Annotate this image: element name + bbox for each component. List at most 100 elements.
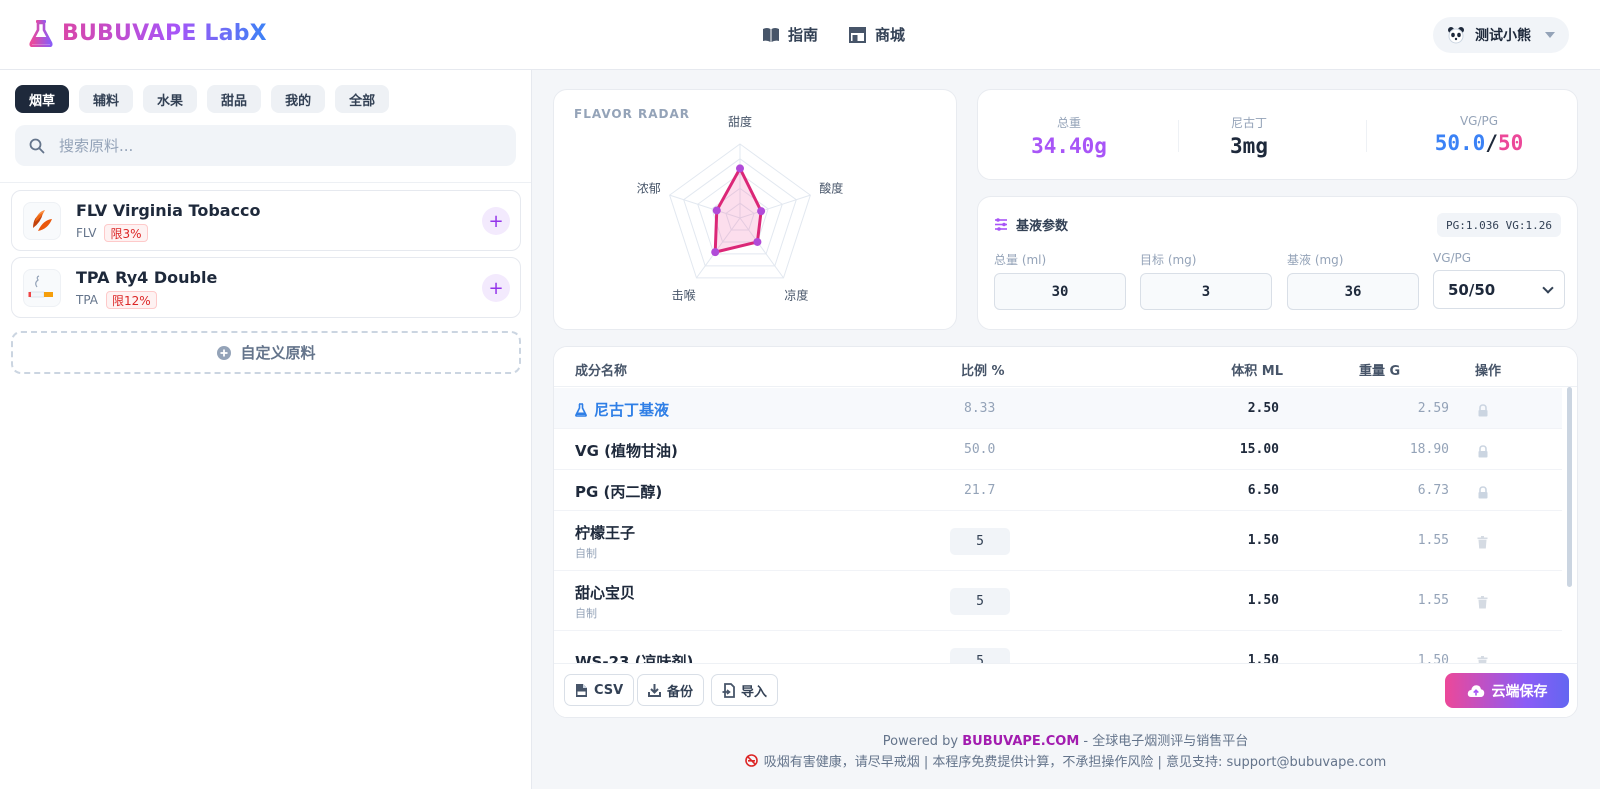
vg-value: 50.0 [1434, 131, 1486, 155]
powered-by: Powered by BUBUVAPE.COM - 全球电子烟测评与销售平台 [553, 730, 1578, 749]
row-weight: 18.90 [1409, 442, 1449, 457]
ingredient-card[interactable]: FLV Virginia Tobacco FLV 限3% + [11, 190, 521, 251]
lock-icon [1477, 484, 1489, 503]
vgpg-select[interactable]: 50/50 [1433, 270, 1565, 309]
chevron-down-icon [1542, 282, 1554, 294]
table-row: 甜心宝贝 自制 5 1.50 1.55 [554, 571, 1562, 631]
ratio-input[interactable]: 5 [950, 588, 1010, 615]
flask-icon [29, 20, 53, 47]
row-name: PG (丙二醇) [575, 483, 663, 501]
flavor-radar-card: FLAVOR RADAR 甜度 酸度 凉度 击喉 浓郁 [553, 89, 957, 330]
nav-store[interactable]: 商城 [848, 24, 905, 45]
vgpg-separator: / [1485, 131, 1498, 155]
limit-badge: 限12% [106, 291, 157, 309]
store-icon [849, 27, 867, 43]
radar-point [712, 206, 721, 215]
trash-icon[interactable] [1477, 594, 1488, 613]
nav-guide-label: 指南 [788, 26, 819, 44]
powered-prefix: Powered by [882, 734, 959, 749]
base-params-card: 基液参数 PG:1.036 VG:1.26 总量 (ml) 30 目标 (mg)… [977, 196, 1578, 330]
stat-vgpg: VG/PG 50.0/50 [1389, 114, 1569, 155]
stat-value: 50.0/50 [1389, 131, 1569, 155]
user-menu[interactable]: 测试小熊 [1433, 17, 1569, 53]
pg-value: 50 [1497, 131, 1524, 155]
chevron-down-icon [1545, 32, 1555, 38]
add-ingredient-button[interactable]: + [482, 207, 510, 235]
radar-axis-label: 凉度 [784, 288, 808, 303]
tab-all[interactable]: 全部 [335, 85, 390, 113]
ratio-input[interactable]: 5 [950, 528, 1010, 555]
radar-chart: 甜度酸度凉度 击喉 浓郁 [637, 114, 844, 303]
ingredient-card[interactable]: TPA Ry4 Double TPA 限12% + [11, 257, 521, 318]
radar-point [757, 207, 766, 216]
add-ingredient-button[interactable]: + [482, 274, 510, 302]
field-vgpg-ratio: VG/PG 50/50 [1433, 251, 1565, 309]
row-weight: 2.59 [1417, 401, 1449, 416]
csv-label: CSV [594, 682, 624, 698]
limit-badge: 限3% [104, 224, 148, 242]
field-total-ml: 总量 (ml) 30 [994, 251, 1126, 310]
row-volume: 2.50 [1247, 401, 1279, 416]
cloud-save-label: 云端保存 [1491, 683, 1548, 700]
col-volume: 体积 ML [1231, 364, 1283, 379]
ingredient-brand: TPA [76, 293, 99, 307]
row-weight: 6.73 [1417, 483, 1449, 498]
import-button[interactable]: 导入 [711, 674, 779, 706]
tab-fruit[interactable]: 水果 [143, 85, 198, 113]
nav-store-label: 商城 [875, 26, 906, 44]
table-row: 柠檬王子自制 5 1.50 1.55 [554, 511, 1562, 571]
row-weight: 1.55 [1417, 533, 1449, 548]
backup-label: 备份 [667, 684, 694, 700]
lock-icon [1477, 402, 1489, 421]
table-scrollbar[interactable] [1567, 387, 1572, 587]
lock-icon [1477, 443, 1489, 462]
plus-icon: + [488, 210, 504, 232]
nav-guide[interactable]: 指南 [762, 24, 818, 45]
radar-point [711, 248, 720, 257]
tab-additives[interactable]: 辅料 [79, 85, 134, 113]
download-icon [648, 684, 661, 697]
row-name-text: 尼古丁基液 [594, 401, 670, 419]
disclaimer-text: 吸烟有害健康，请尽早戒烟 | 本程序免费提供计算，不承担操作风险 | 意见支持:… [763, 755, 1387, 770]
powered-brand-link[interactable]: BUBUVAPE.COM [962, 734, 1079, 749]
book-icon [763, 27, 779, 42]
row-name: 柠檬王子 [575, 524, 636, 542]
row-name: 甜心宝贝 [575, 584, 636, 602]
custom-ingredient-button[interactable]: 自定义原料 [11, 331, 521, 374]
tab-tobacco[interactable]: 烟草 [15, 85, 70, 113]
cloud-save-button[interactable]: 云端保存 [1445, 673, 1569, 708]
custom-ingredient-label: 自定义原料 [240, 344, 316, 362]
recipe-table-card: 成分名称 比例 % 体积 ML 重量 G 操作 尼古丁基液 8.33 2.50 2.5… [553, 346, 1578, 718]
powered-suffix: - 全球电子烟测评与销售平台 [1083, 734, 1249, 749]
export-csv-button[interactable]: CSV [564, 674, 635, 706]
tab-dessert[interactable]: 甜品 [207, 85, 262, 113]
backup-button[interactable]: 备份 [637, 674, 705, 706]
cloud-upload-icon [1467, 684, 1484, 697]
search-box [15, 125, 516, 166]
tab-mine[interactable]: 我的 [271, 85, 326, 113]
no-smoking-icon [744, 754, 758, 767]
row-subtitle: 自制 [575, 547, 597, 560]
col-ratio: 比例 % [961, 364, 1005, 379]
base-params-title-text: 基液参数 [1016, 219, 1069, 234]
ingredient-brand: FLV [76, 226, 97, 240]
divider [1366, 120, 1367, 152]
category-tabs: 烟草 辅料 水果 甜品 我的 全部 [15, 85, 390, 113]
ingredient-sidebar: 烟草 辅料 水果 甜品 我的 全部 FLV Virginia Tobacco F… [0, 70, 532, 789]
logo[interactable]: BUBUVAPE LabX [28, 19, 267, 47]
base-params-title: 基液参数 [994, 215, 1068, 234]
csv-file-icon [576, 683, 587, 697]
trash-icon[interactable] [1477, 534, 1488, 553]
vgpg-select-value: 50/50 [1448, 280, 1496, 299]
base-mg-input[interactable]: 36 [1287, 273, 1419, 310]
radar-axis-label: 击喉 [672, 289, 696, 303]
row-volume: 1.50 [1247, 533, 1279, 548]
total-ml-input[interactable]: 30 [994, 273, 1126, 310]
summary-stats-card: 总重 34.40g 尼古丁 3mg VG/PG 50.0/50 [977, 89, 1578, 180]
plus-icon: + [488, 277, 504, 299]
search-input[interactable] [59, 136, 479, 155]
target-mg-input[interactable]: 3 [1140, 273, 1272, 310]
row-name: VG (植物甘油) [575, 442, 678, 460]
row-volume: 1.50 [1247, 593, 1279, 608]
radar-point [753, 237, 762, 246]
